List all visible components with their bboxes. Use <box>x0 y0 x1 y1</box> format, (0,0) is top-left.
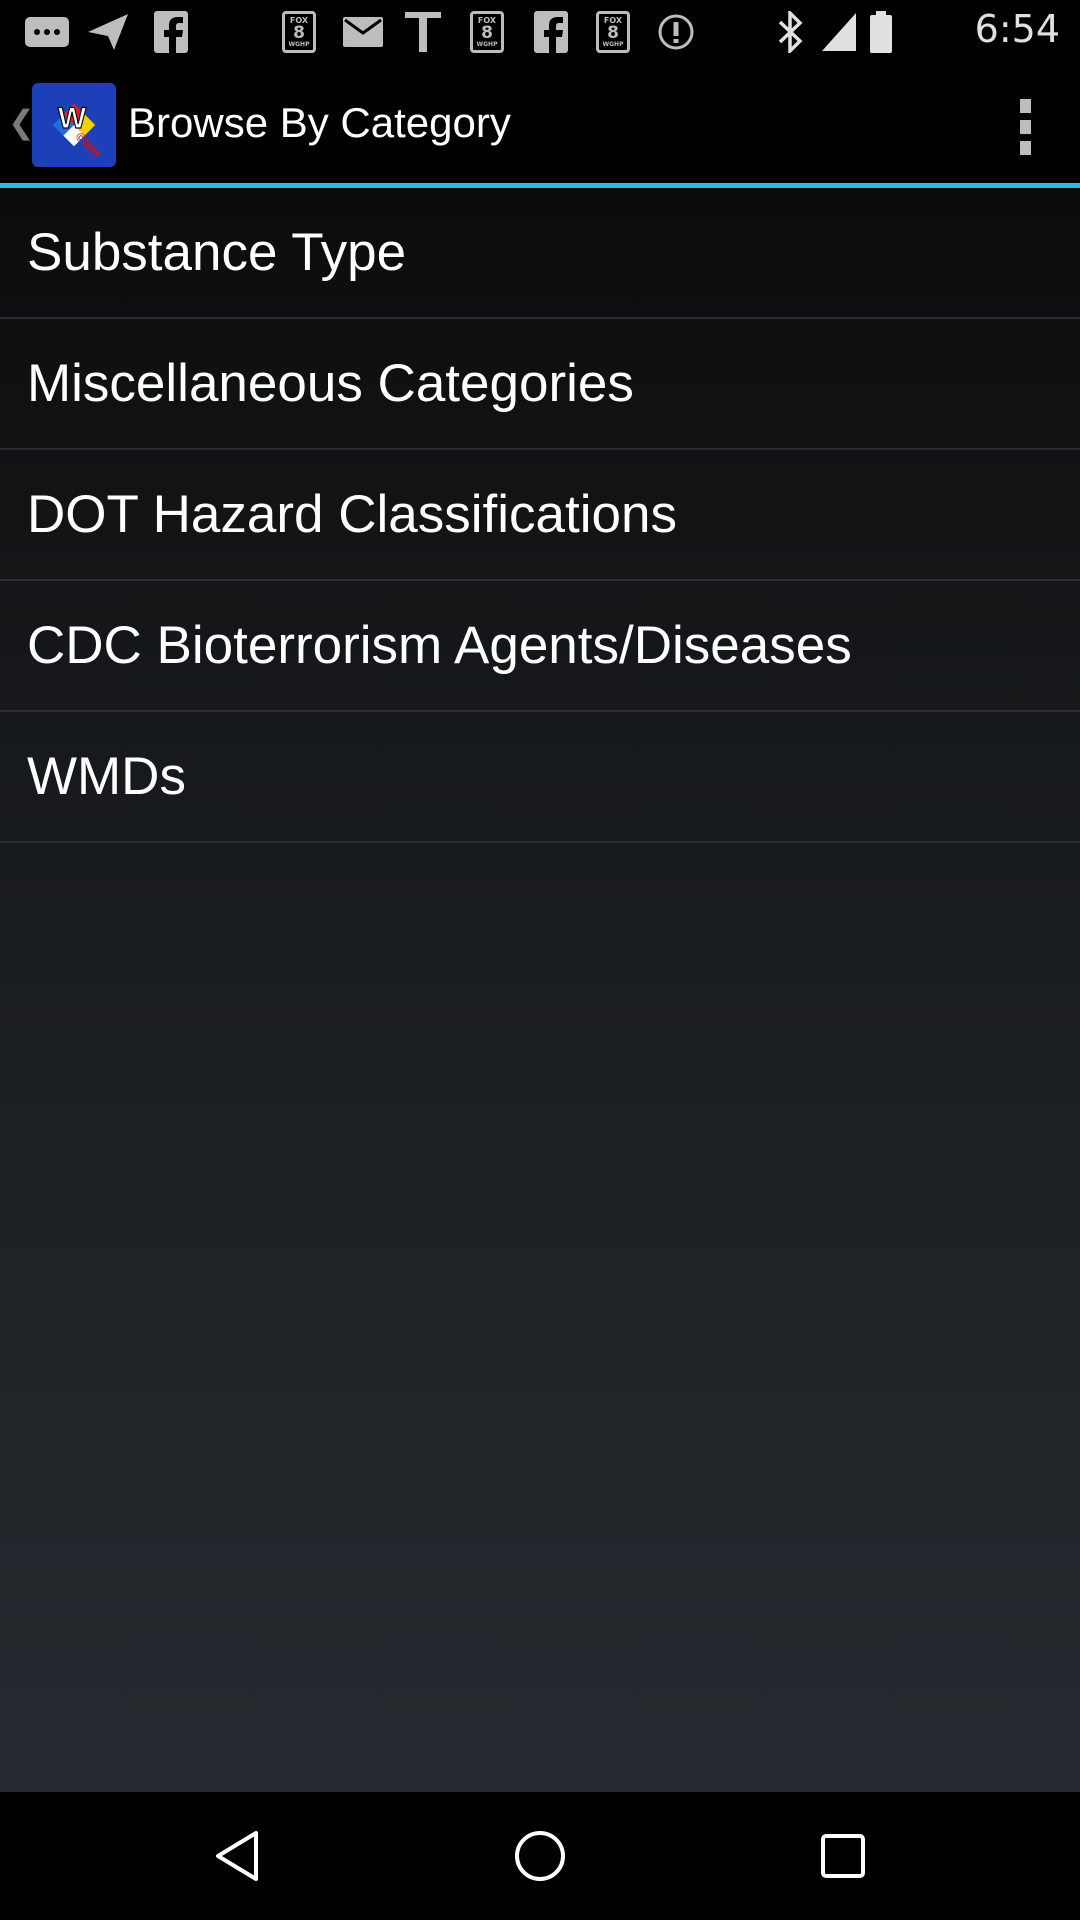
list-item-label: CDC Bioterrorism Agents/Diseases <box>27 616 852 675</box>
fox-badge-number: 8 <box>607 22 619 43</box>
navigation-bar <box>0 1792 1080 1920</box>
signal-icon <box>820 10 858 54</box>
send-icon <box>86 10 130 54</box>
list-item-label: DOT Hazard Classifications <box>27 485 677 544</box>
fox8-news-icon: FOX 8 WGHP <box>470 10 504 54</box>
action-bar: ❮ W ©NIH Browse By Category <box>0 63 1080 183</box>
text-icon <box>405 10 441 54</box>
screen: FOX 8 WGHP FOX 8 WGHP FOX 8 WGHP 6:54 ❮ … <box>0 0 1080 1920</box>
fox-badge-bottom: WGHP <box>476 40 498 48</box>
home-icon[interactable] <box>504 1820 576 1892</box>
app-logo[interactable]: W ©NIH <box>32 83 116 167</box>
list-item-substance-type[interactable]: Substance Type <box>0 188 1080 319</box>
list-item-cdc-bioterrorism[interactable]: CDC Bioterrorism Agents/Diseases <box>0 581 1080 712</box>
fox8-news-icon: FOX 8 WGHP <box>282 10 316 54</box>
overflow-menu-icon[interactable] <box>1010 99 1040 155</box>
bluetooth-icon <box>778 10 804 54</box>
fox-badge-number: 8 <box>293 22 305 43</box>
list-item-wmds[interactable]: WMDs <box>0 712 1080 843</box>
list-item-label: Substance Type <box>27 223 407 282</box>
list-item-dot-hazard-classifications[interactable]: DOT Hazard Classifications <box>0 450 1080 581</box>
category-list: Substance Type Miscellaneous Categories … <box>0 188 1080 1792</box>
list-item-miscellaneous-categories[interactable]: Miscellaneous Categories <box>0 319 1080 450</box>
fox-badge-number: 8 <box>481 22 493 43</box>
fox8-news-icon: FOX 8 WGHP <box>596 10 630 54</box>
battery-icon <box>870 10 892 54</box>
fox-badge-bottom: WGHP <box>288 40 310 48</box>
status-bar: FOX 8 WGHP FOX 8 WGHP FOX 8 WGHP 6:54 <box>0 0 1080 63</box>
email-icon <box>343 10 383 54</box>
facebook-icon <box>534 10 568 54</box>
facebook-icon <box>154 10 188 54</box>
fox-badge-bottom: WGHP <box>602 40 624 48</box>
list-item-label: WMDs <box>27 747 186 806</box>
info-icon <box>658 10 694 54</box>
page-title: Browse By Category <box>128 99 511 146</box>
recents-icon[interactable] <box>807 1820 879 1892</box>
clock: 6:54 <box>974 7 1060 51</box>
back-icon[interactable] <box>201 1820 273 1892</box>
messages-icon <box>24 10 70 54</box>
list-item-label: Miscellaneous Categories <box>27 354 634 413</box>
back-caret-icon[interactable]: ❮ <box>8 103 35 141</box>
